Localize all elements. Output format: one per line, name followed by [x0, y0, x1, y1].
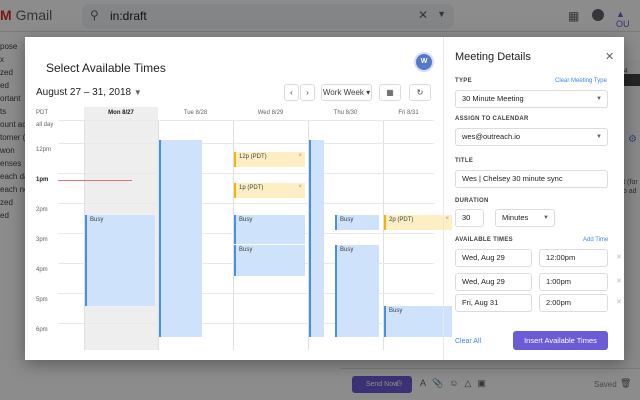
busy-block-fri[interactable]: Busy	[384, 306, 452, 337]
user-avatar[interactable]: W	[414, 52, 434, 72]
refresh-icon: ↻	[416, 88, 424, 97]
slot-date-input[interactable]: Wed, Aug 29	[455, 273, 532, 291]
slot-date-input[interactable]: Wed, Aug 29	[455, 249, 532, 267]
time-label: 12pm	[36, 147, 52, 153]
remove-slot-icon[interactable]: ×	[298, 184, 302, 190]
chevron-down-icon: ▼	[543, 215, 549, 221]
remove-time-icon[interactable]: ✕	[616, 277, 622, 285]
day-header-fri: Fri 8/31	[398, 110, 419, 116]
assign-calendar-label: ASSIGN TO CALENDAR	[455, 116, 529, 122]
time-label: 1pm	[36, 177, 49, 183]
day-header-wed: Wed 8/29	[257, 110, 284, 116]
meeting-details-pane: Meeting Details ✕ TYPE Clear Meeting Typ…	[443, 37, 624, 360]
day-header-thu: Thu 8/30	[333, 110, 358, 116]
busy-block-wed[interactable]: Busy	[234, 245, 305, 276]
date-range-selector[interactable]: August 27 – 31, 2018 ▼	[36, 87, 142, 98]
time-label: 5pm	[36, 297, 48, 303]
next-week-button[interactable]: ›	[300, 84, 315, 101]
clear-meeting-type-link[interactable]: Clear Meeting Type	[555, 78, 607, 84]
add-time-link[interactable]: Add Time	[583, 237, 608, 243]
title-label: TITLE	[455, 158, 474, 164]
time-label: 6pm	[36, 327, 48, 333]
time-label: 4pm	[36, 267, 48, 273]
duration-input[interactable]: 30	[455, 209, 484, 227]
chevron-right-icon: ›	[306, 88, 309, 97]
hour-line	[58, 120, 434, 121]
close-icon[interactable]: ✕	[605, 50, 614, 63]
remove-time-icon[interactable]: ✕	[616, 298, 622, 306]
details-title: Meeting Details	[455, 51, 531, 63]
busy-block-mon[interactable]: Busy	[85, 215, 155, 306]
calendar-icon: ▦	[386, 88, 394, 97]
hour-line	[58, 143, 434, 144]
slot-time-input[interactable]: 1:00pm	[539, 273, 608, 291]
chevron-down-icon: ▼	[133, 88, 142, 97]
available-times-label: AVAILABLE TIMES	[455, 237, 513, 243]
current-time-indicator	[58, 180, 132, 181]
remove-time-icon[interactable]: ✕	[616, 253, 622, 261]
day-header-mon: Mon 8/27	[84, 107, 158, 120]
calendar-select[interactable]: wes@outreach.io ▼	[455, 128, 608, 146]
slot-time-input[interactable]: 12:00pm	[539, 249, 608, 267]
busy-block-wed[interactable]: Busy	[234, 215, 305, 244]
chevron-down-icon: ▼	[596, 134, 602, 140]
available-slot-fri-2[interactable]: 2p (PDT) ×	[384, 215, 452, 230]
type-label: TYPE	[455, 78, 472, 84]
meeting-type-select[interactable]: 30 Minute Meeting ▼	[455, 90, 608, 108]
remove-slot-icon[interactable]: ×	[298, 153, 302, 159]
time-label: 3pm	[36, 237, 48, 243]
clear-all-link[interactable]: Clear All	[455, 338, 481, 345]
chevron-down-icon: ▼	[596, 96, 602, 102]
duration-label: DURATION	[455, 198, 489, 204]
prev-week-button[interactable]: ‹	[284, 84, 299, 101]
refresh-button[interactable]: ↻	[409, 84, 431, 101]
view-selector[interactable]: Work Week ▾	[321, 84, 372, 101]
hour-line	[58, 203, 434, 204]
available-slot-wed-1[interactable]: 1p (PDT) ×	[234, 183, 305, 198]
busy-block-tue[interactable]	[159, 140, 202, 337]
busy-block-thu[interactable]	[309, 140, 324, 337]
available-slot-wed-12[interactable]: 12p (PDT) ×	[234, 152, 305, 167]
time-label: 2pm	[36, 207, 48, 213]
day-header-tue: Tue 8/28	[183, 110, 208, 116]
calendar-pane: Select Available Times W August 27 – 31,…	[25, 37, 452, 360]
hour-line	[58, 173, 434, 174]
timezone-label: PDT	[36, 110, 48, 116]
meeting-scheduler-modal: Select Available Times W August 27 – 31,…	[25, 37, 624, 360]
slot-time-input[interactable]: 2:00pm	[539, 294, 608, 312]
insert-available-times-button[interactable]: Insert Available Times	[513, 331, 608, 350]
duration-unit-select[interactable]: Minutes ▼	[495, 209, 555, 227]
calendar-picker-button[interactable]: ▦	[379, 84, 401, 101]
busy-block-thu[interactable]: Busy	[335, 215, 379, 230]
calendar-title: Select Available Times	[46, 61, 166, 75]
busy-block-thu[interactable]: Busy	[335, 245, 379, 337]
chevron-down-icon: ▾	[366, 88, 371, 97]
calendar-grid: PDT all day Mon 8/27 Tue 8/28 Wed 8/29 T…	[36, 107, 452, 350]
slot-date-input[interactable]: Fri, Aug 31	[455, 294, 532, 312]
chevron-left-icon: ‹	[290, 88, 293, 97]
all-day-label: all day	[36, 122, 54, 128]
meeting-title-input[interactable]: Wes | Chelsey 30 minute sync	[455, 170, 608, 188]
